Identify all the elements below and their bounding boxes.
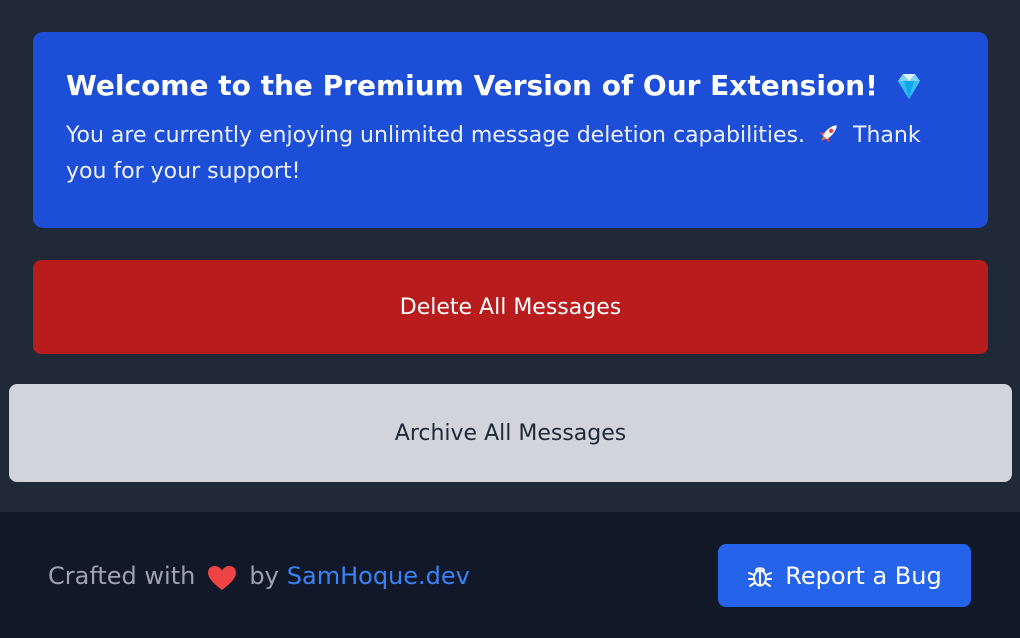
premium-message: You are currently enjoying unlimited mes… xyxy=(66,118,955,190)
rocket-icon xyxy=(816,120,842,146)
premium-title: Welcome to the Premium Version of Our Ex… xyxy=(66,66,955,106)
diamond-icon xyxy=(892,69,926,103)
report-bug-button[interactable]: Report a Bug xyxy=(718,544,971,607)
report-bug-label: Report a Bug xyxy=(785,561,942,590)
bug-icon xyxy=(747,563,773,589)
crafted-with-label: Crafted with xyxy=(48,562,196,590)
by-label: by xyxy=(249,562,279,590)
premium-title-text: Welcome to the Premium Version of Our Ex… xyxy=(66,69,878,102)
delete-all-messages-button[interactable]: Delete All Messages xyxy=(33,260,988,354)
archive-all-messages-button[interactable]: Archive All Messages xyxy=(9,384,1012,482)
author-link[interactable]: SamHoque.dev xyxy=(287,556,470,596)
heart-icon xyxy=(207,563,237,590)
premium-message-text: You are currently enjoying unlimited mes… xyxy=(66,123,806,148)
premium-banner: Welcome to the Premium Version of Our Ex… xyxy=(33,32,988,228)
credit-line: Crafted with by SamHoque.dev xyxy=(48,556,470,596)
